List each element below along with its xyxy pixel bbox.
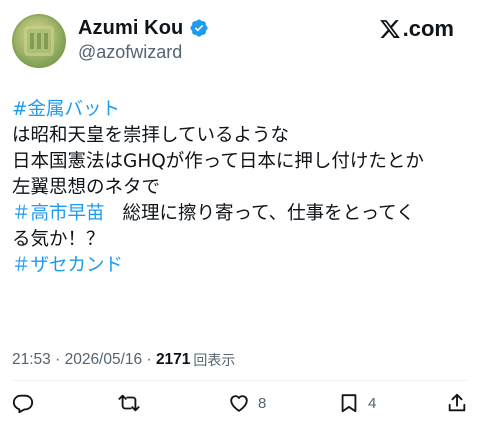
- avatar-image: [12, 14, 66, 68]
- hashtag-link[interactable]: #金属バット: [12, 99, 120, 120]
- bookmark-button[interactable]: 4: [338, 388, 376, 418]
- repost-icon: [118, 394, 140, 412]
- display-name-row: Azumi Kou: [78, 14, 209, 42]
- tweet-meta: 21:53 · 2026/05/16 · 2171 回表示: [12, 348, 235, 372]
- meta-separator: ·: [50, 351, 65, 368]
- repost-button[interactable]: [118, 388, 140, 418]
- views-label: 回表示: [193, 353, 236, 369]
- tweet-line: 左翼思想のネタで: [12, 177, 161, 198]
- heart-icon: [230, 395, 248, 412]
- tweet-text: #金属バット は昭和天皇を崇拝しているような 日本国憲法はGHQが作って日本に押…: [12, 97, 474, 279]
- avatar[interactable]: [12, 14, 66, 68]
- tweet-time[interactable]: 21:53: [12, 351, 51, 369]
- verified-badge-icon: [190, 19, 208, 37]
- tweet-line: #金属バット: [12, 97, 474, 123]
- tweet-line: ＃高市早苗 総理に擦り寄って、仕事をとってく: [12, 201, 474, 227]
- tweet-date[interactable]: 2026/05/16: [65, 351, 143, 369]
- like-count: 8: [258, 394, 267, 412]
- brand-text: .com: [402, 16, 454, 41]
- views-count: 2171: [155, 351, 191, 368]
- user-handle[interactable]: @azofwizard: [78, 42, 182, 63]
- bookmark-icon: [341, 394, 357, 413]
- tweet-line-text: 総理に擦り寄って、仕事をとってく: [122, 203, 415, 224]
- tweet-header: Azumi Kou @azofwizard .com: [0, 0, 480, 90]
- brand-logo: .com: [379, 14, 454, 44]
- tweet-line: は昭和天皇を崇拝しているような: [12, 125, 289, 146]
- display-name[interactable]: Azumi Kou: [78, 17, 183, 40]
- divider: [12, 380, 468, 381]
- hashtag-link[interactable]: ＃高市早苗: [12, 203, 105, 224]
- meta-separator: ·: [142, 351, 156, 368]
- x-logo-icon: [379, 20, 400, 38]
- share-icon: [448, 393, 466, 412]
- tweet-line: る気か！？: [12, 229, 105, 250]
- like-button[interactable]: 8: [228, 388, 266, 418]
- share-button[interactable]: [446, 388, 468, 418]
- tweet-line: ＃ザセカンド: [12, 253, 474, 279]
- bookmark-count: 4: [368, 394, 377, 412]
- tweet-line: 日本国憲法はGHQが作って日本に押し付けたとか: [12, 151, 424, 172]
- reply-button[interactable]: [12, 388, 34, 418]
- hashtag-link[interactable]: ＃ザセカンド: [12, 255, 123, 276]
- reply-icon: [12, 394, 34, 414]
- action-bar: 8 4: [0, 388, 480, 418]
